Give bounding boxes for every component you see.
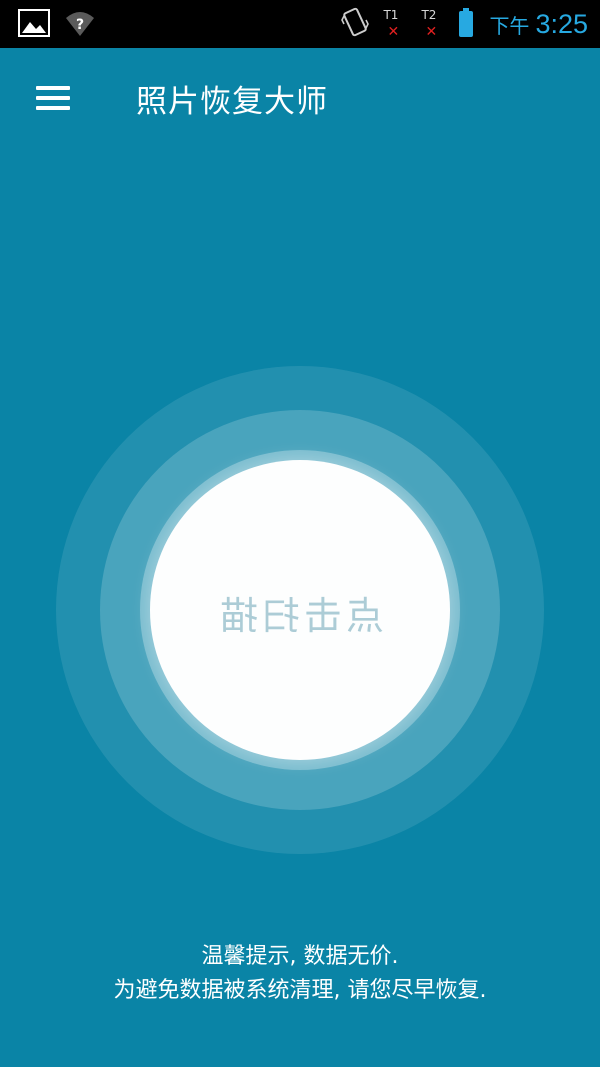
battery-icon — [459, 8, 474, 37]
status-bar: ? T1 ✕ T2 ✕ 下午 3:25 — [0, 0, 600, 48]
hamburger-menu-icon[interactable] — [28, 82, 76, 118]
image-icon — [18, 8, 50, 42]
tip-line-1: 温馨提示, 数据无价. — [201, 944, 399, 969]
sim2-label: T2 — [421, 8, 437, 22]
svg-text:?: ? — [76, 17, 84, 33]
sim2-no-signal-icon: T2 ✕ — [421, 8, 438, 40]
clock-ampm: 下午 — [489, 13, 530, 38]
status-bar-left: ? — [18, 8, 96, 42]
tip-line-2: 为避免数据被系统清理, 请您尽早恢复. — [113, 978, 487, 1003]
app-title: 照片恢复大师 — [136, 84, 328, 120]
sim1-label: T1 — [383, 8, 399, 22]
tips: 温馨提示, 数据无价. 为避免数据被系统清理, 请您尽早恢复. — [0, 940, 600, 1008]
status-bar-right: T1 ✕ T2 ✕ 下午 3:25 — [341, 4, 588, 44]
sim1-no-signal-icon: T1 ✕ — [383, 8, 400, 40]
status-clock: 下午 3:25 — [489, 9, 588, 40]
clock-time: 3:25 — [535, 8, 588, 39]
app-bar: 照片恢复大师 — [0, 48, 600, 152]
scan-button[interactable]: 点击扫描 — [150, 460, 450, 760]
wifi-unknown-icon: ? — [64, 8, 96, 42]
scan-button-label: 点击扫描 — [215, 593, 384, 638]
vibrate-icon — [341, 6, 370, 42]
